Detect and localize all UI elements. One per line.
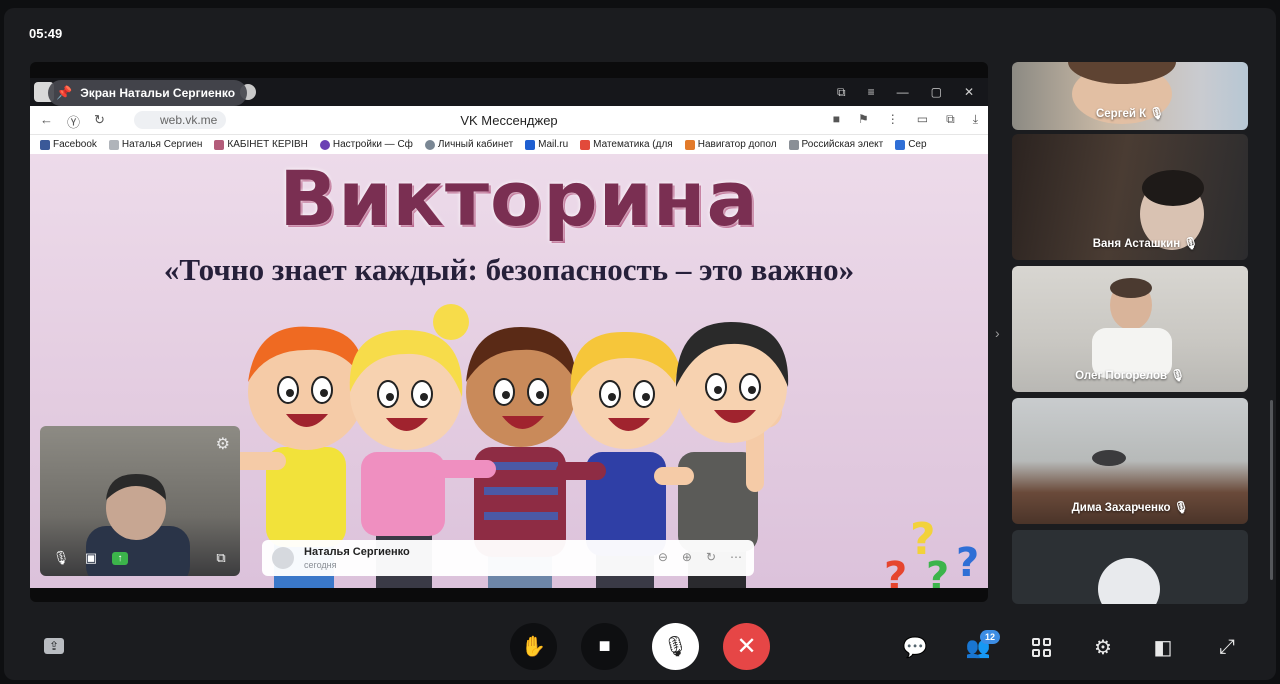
bookmark-icon: ⚑ [858,112,869,126]
camera-off-icon[interactable]: ▣ [82,550,100,566]
raise-hand-button[interactable]: ✋ [510,623,557,670]
rotate-icon[interactable]: ↻ [706,550,716,564]
microphone-button[interactable]: 🎙 [652,623,699,670]
video-camera-icon: ■ [598,635,611,657]
bookmark-item: Facebook [40,139,97,150]
download-icon: ⤓ [972,112,978,126]
participants-scrollbar[interactable] [1270,400,1273,580]
extensions-icon: ⧉ [946,112,955,126]
bookmark-item: Российская элект [788,139,883,150]
chat-icon[interactable]: 💬 [902,634,928,660]
participant-tile[interactable]: Ваня Асташкин 🎙 [1012,134,1248,260]
self-video-preview[interactable]: ⚙ 🎙 ▣ ↑ ⧉ [40,426,240,576]
participants-count-badge: 12 [980,630,1000,644]
settings-icon[interactable]: ⚙ [1090,634,1116,660]
bookmark-item: Настройки — Сф [319,139,413,150]
upload-icon[interactable]: ⇪ [44,638,64,654]
bookmark-item: Навигатор допол [684,139,777,150]
mic-muted-icon: 🎙 [1149,108,1164,120]
close-icon: ✕ [963,85,974,99]
notification-icon: ≡ [867,85,875,99]
copy-icon: ⧉ [837,84,846,99]
zoom-in-icon[interactable]: ⊕ [682,550,692,564]
svg-text:?: ? [884,554,907,588]
participant-name: Сергей К [1095,108,1147,120]
avatar [1098,558,1160,604]
minimize-icon: — [896,85,909,99]
more-options-icon[interactable]: ⋯ [730,550,742,564]
slide-subtitle: «Точно знает каждый: безопасность – это … [163,252,855,287]
participant-tile[interactable]: Дима Захарченко 🎙 [1012,398,1248,524]
layout-toggle-icon[interactable]: ◧ [1150,634,1176,660]
settings-gear-icon[interactable]: ⚙ [216,434,230,454]
participant-name: Олег Погорелов [1075,370,1168,382]
bookmark-item: Математика (для [580,139,673,150]
mic-muted-icon: 🎙 [1183,238,1198,250]
bookmark-item: Сер [895,139,927,150]
grid-layout-icon[interactable] [1028,634,1054,660]
mic-muted-icon: 🎙 [1173,502,1189,514]
zoom-out-icon[interactable]: ⊖ [658,550,668,564]
slide-title: Викторина [279,154,759,243]
bookmark-item: Mail.ru [525,139,568,150]
presenter-name: Наталья Сергиенко [304,546,410,558]
participant-tile[interactable]: Олег Погорелов 🎙 [1012,266,1248,392]
participant-tile[interactable] [1012,530,1248,604]
presenter-caption-bar: Наталья Сергиенко сегодня ⊖ ⊕ ↻ ⋯ [262,540,754,576]
close-icon: ✕ [736,633,757,660]
bookmark-item: Личный кабинет [424,139,513,150]
bookmarks-bar: Facebook Наталья Сергиен КАБІНЕТ КЕРІВН … [30,134,988,154]
hand-icon: ✋ [521,636,546,658]
camera-icon: ■ [832,112,840,126]
battery-icon: ▭ [916,112,929,126]
participant-name: Ваня Асташкин [1092,238,1181,250]
svg-text:?: ? [926,554,949,588]
microphone-icon[interactable]: 🎙 [52,550,70,566]
picture-in-picture-icon[interactable]: ⧉ [212,550,230,566]
browser-chrome: ← Ⓨ ↻ web.vk.me VK Мессенджер ■ ⚑ ⋮ ▭ ⧉ … [30,106,988,154]
maximize-icon: ▢ [930,85,942,99]
end-call-button[interactable]: ✕ [723,623,770,670]
share-screen-icon[interactable]: ↑ [112,551,128,565]
call-timer: 05:49 [29,26,63,41]
question-marks-illustration: ? ? ? ? [884,514,979,588]
bookmark-item: КАБІНЕТ КЕРІВН [214,139,308,150]
fullscreen-icon[interactable]: ⤢ [1214,634,1240,660]
chevron-right-icon[interactable]: › [995,325,1000,341]
svg-text:?: ? [956,540,979,586]
mic-muted-icon: 🎙 [1170,370,1185,382]
avatar [272,547,294,569]
camera-button[interactable]: ■ [581,623,628,670]
pin-icon: 📌 [56,85,73,100]
presenter-date: сегодня [304,560,337,570]
participant-tile[interactable]: Сергей К 🎙 [1012,62,1248,130]
more-icon: ⋮ [886,112,899,126]
screen-share-label[interactable]: 📌 Экран Натальи Сергиенко [48,80,248,106]
bookmark-item: Наталья Сергиен [108,139,202,150]
mic-muted-icon: 🎙 [662,636,689,658]
participant-name: Дима Захарченко [1071,502,1171,514]
